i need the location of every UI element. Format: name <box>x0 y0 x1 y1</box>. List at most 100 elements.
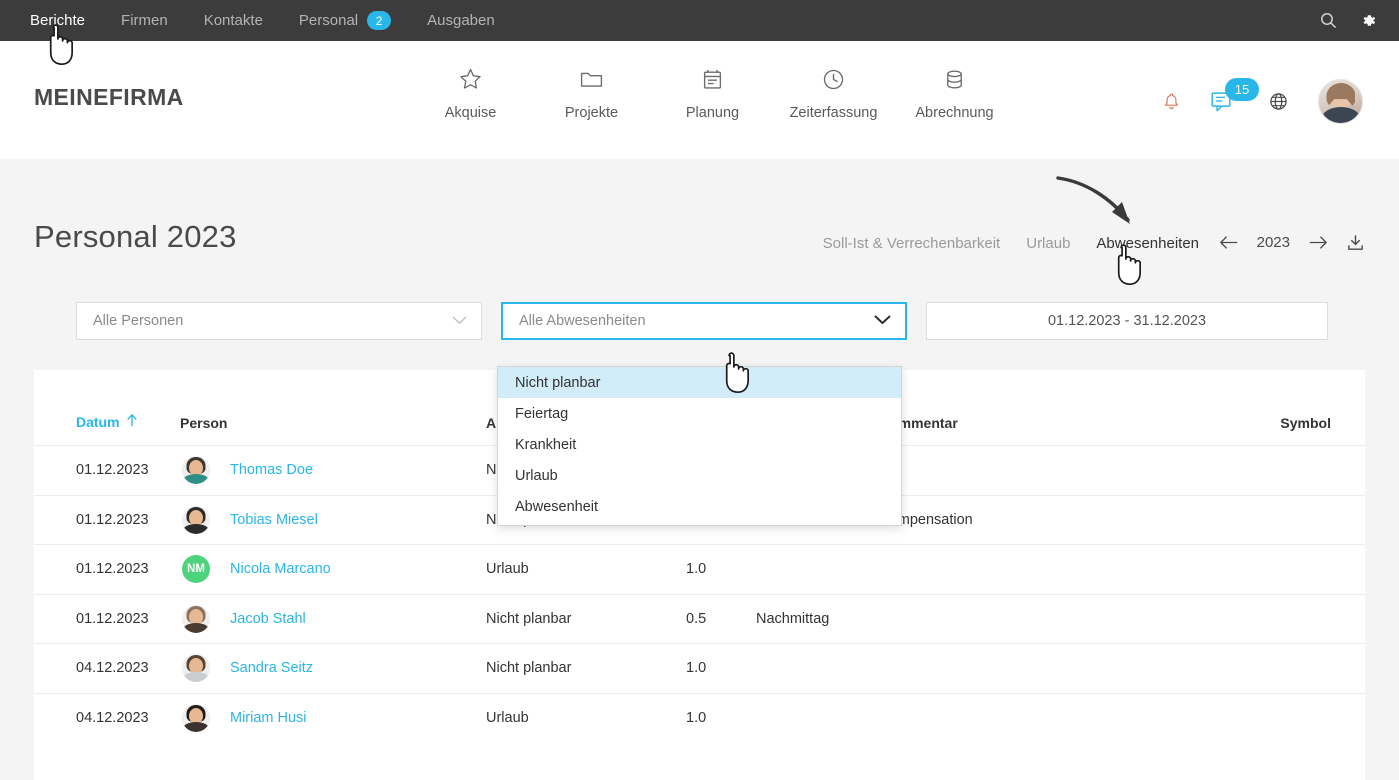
filter-row: Alle Personen Alle Abwesenheiten 01.12.2… <box>76 302 1328 340</box>
cell-absence: Urlaub <box>486 709 529 726</box>
avatar-initials: NM <box>187 563 205 576</box>
year-navigation: 2023 <box>1219 233 1365 252</box>
annotation-arrow <box>1048 168 1153 241</box>
mainnav-item-zeiterfassung[interactable]: Zeiterfassung <box>773 61 894 121</box>
mainnav-label: Zeiterfassung <box>789 105 878 121</box>
mainnav-label: Projekte <box>564 105 619 121</box>
column-header-datum[interactable]: Datum <box>76 413 138 431</box>
page-title: Personal 2023 <box>34 219 237 254</box>
table-row[interactable]: 01.12.2023 NM Nicola Marcano Urlaub 1.0 <box>34 544 1365 594</box>
cell-person[interactable]: Jacob Stahl <box>230 611 306 627</box>
cell-person[interactable]: Miriam Husi <box>230 710 307 726</box>
avatar <box>182 654 210 683</box>
avatar <box>182 703 210 732</box>
top-navigation-bar: Berichte Firmen Kontakte Personal 2 Ausg… <box>0 0 1399 41</box>
cell-date: 01.12.2023 <box>76 511 149 528</box>
folder-icon <box>578 61 605 97</box>
cell-date: 04.12.2023 <box>76 709 149 726</box>
column-header-symbol[interactable]: Symbol <box>1280 415 1331 431</box>
mainnav-item-akquise[interactable]: Akquise <box>410 61 531 121</box>
cell-absence: Nicht planbar <box>486 660 572 677</box>
avatar <box>182 604 210 633</box>
cell-days: 1.0 <box>686 660 707 677</box>
filter-strip: Alle Personen Alle Abwesenheiten 01.12.2… <box>34 281 1365 370</box>
app-header: MEINEFIRMA Akquise Projekte Planung Zeit… <box>0 41 1399 159</box>
column-header-person[interactable]: Person <box>180 415 227 431</box>
dropdown-option-feiertag[interactable]: Feiertag <box>498 398 901 429</box>
mainnav-label: Abrechnung <box>915 105 994 121</box>
cell-person[interactable]: Tobias Miesel <box>230 512 318 528</box>
topnav-item-berichte[interactable]: Berichte <box>30 0 85 41</box>
cell-date: 01.12.2023 <box>76 462 149 479</box>
personal-count-badge: 2 <box>367 11 392 30</box>
star-icon <box>457 61 484 97</box>
topnav-label: Kontakte <box>203 12 263 29</box>
dropdown-option-abwesenheit[interactable]: Abwesenheit <box>498 491 901 522</box>
chat-count-badge: 15 <box>1225 78 1259 101</box>
topnav-label: Berichte <box>30 12 86 29</box>
date-range-value: 01.12.2023 - 31.12.2023 <box>1047 313 1207 329</box>
cell-absence: Urlaub <box>486 561 529 578</box>
mainnav-item-abrechnung[interactable]: Abrechnung <box>894 61 1015 121</box>
avatar-body <box>183 721 209 732</box>
absence-filter-select[interactable]: Alle Abwesenheiten <box>501 302 907 340</box>
topnav-item-personal[interactable]: Personal 2 <box>298 0 392 41</box>
person-filter-select[interactable]: Alle Personen <box>76 302 482 340</box>
cell-days: 1.0 <box>686 709 707 726</box>
cell-comment: Nachmittag <box>756 610 830 627</box>
cell-date: 01.12.2023 <box>76 610 149 627</box>
mainnav-item-planung[interactable]: Planung <box>652 61 773 121</box>
table-row[interactable]: 04.12.2023 Miriam Husi Urlaub 1.0 <box>34 692 1365 743</box>
company-logo[interactable]: MEINEFIRMA <box>34 84 184 111</box>
dropdown-option-krankheit[interactable]: Krankheit <box>498 429 901 460</box>
search-icon[interactable] <box>1320 12 1337 29</box>
table-row[interactable]: 01.12.2023 Jacob Stahl Nicht planbar 0.5… <box>34 593 1365 644</box>
avatar-body <box>183 523 209 534</box>
arrow-left-icon[interactable] <box>1219 235 1239 250</box>
mainnav-label: Akquise <box>444 105 497 121</box>
database-icon <box>941 61 968 97</box>
avatar-body <box>183 672 209 683</box>
arrow-up-icon <box>126 413 138 431</box>
topnav-item-kontakte[interactable]: Kontakte <box>204 0 263 41</box>
chevron-down-icon <box>874 312 891 330</box>
avatar-body <box>183 622 209 633</box>
top-nav-list: Berichte Firmen Kontakte Personal 2 Ausg… <box>0 0 531 41</box>
mainnav-item-projekte[interactable]: Projekte <box>531 61 652 121</box>
topnav-item-ausgaben[interactable]: Ausgaben <box>427 0 495 41</box>
gear-icon[interactable] <box>1360 12 1377 29</box>
cell-date: 01.12.2023 <box>76 561 149 578</box>
dropdown-option-urlaub[interactable]: Urlaub <box>498 460 901 491</box>
person-filter-value: Alle Personen <box>93 313 184 329</box>
user-avatar[interactable] <box>1318 79 1363 124</box>
bell-icon[interactable] <box>1162 92 1181 112</box>
cell-person[interactable]: Sandra Seitz <box>230 660 313 676</box>
cell-days: 0.5 <box>686 610 707 627</box>
cell-date: 04.12.2023 <box>76 660 149 677</box>
cell-person[interactable]: Nicola Marcano <box>230 561 331 577</box>
main-navigation: Akquise Projekte Planung Zeiterfassung A… <box>410 61 1015 121</box>
arrow-right-icon[interactable] <box>1308 235 1328 250</box>
topbar-actions <box>1320 0 1377 41</box>
tab-soll-ist-verrechenbarkeit[interactable]: Soll-Ist & Verrechenbarkeit <box>823 235 1001 252</box>
content-card: Alle Personen Alle Abwesenheiten 01.12.2… <box>34 281 1365 780</box>
header-actions: 15 <box>1162 78 1363 124</box>
topnav-item-firmen[interactable]: Firmen <box>121 0 168 41</box>
download-icon[interactable] <box>1346 233 1365 252</box>
cell-days: 1.0 <box>686 561 707 578</box>
year-label: 2023 <box>1256 234 1290 251</box>
mainnav-label: Planung <box>685 105 740 121</box>
table-row[interactable]: 04.12.2023 Sandra Seitz Nicht planbar 1.… <box>34 643 1365 693</box>
topnav-label: Ausgaben <box>427 12 495 29</box>
absence-filter-dropdown[interactable]: Nicht planbar Feiertag Krankheit Urlaub … <box>497 366 902 526</box>
avatar-hair <box>1326 83 1355 109</box>
topnav-label: Personal <box>298 12 359 29</box>
cell-person[interactable]: Thomas Doe <box>230 462 313 478</box>
chevron-down-icon <box>452 312 467 330</box>
dropdown-option-nicht-planbar[interactable]: Nicht planbar <box>498 367 901 398</box>
column-label: Datum <box>76 414 120 430</box>
calendar-icon <box>699 61 726 97</box>
chat-icon[interactable]: 15 <box>1211 78 1259 114</box>
globe-icon[interactable] <box>1269 92 1288 111</box>
date-range-field[interactable]: 01.12.2023 - 31.12.2023 <box>926 302 1328 340</box>
